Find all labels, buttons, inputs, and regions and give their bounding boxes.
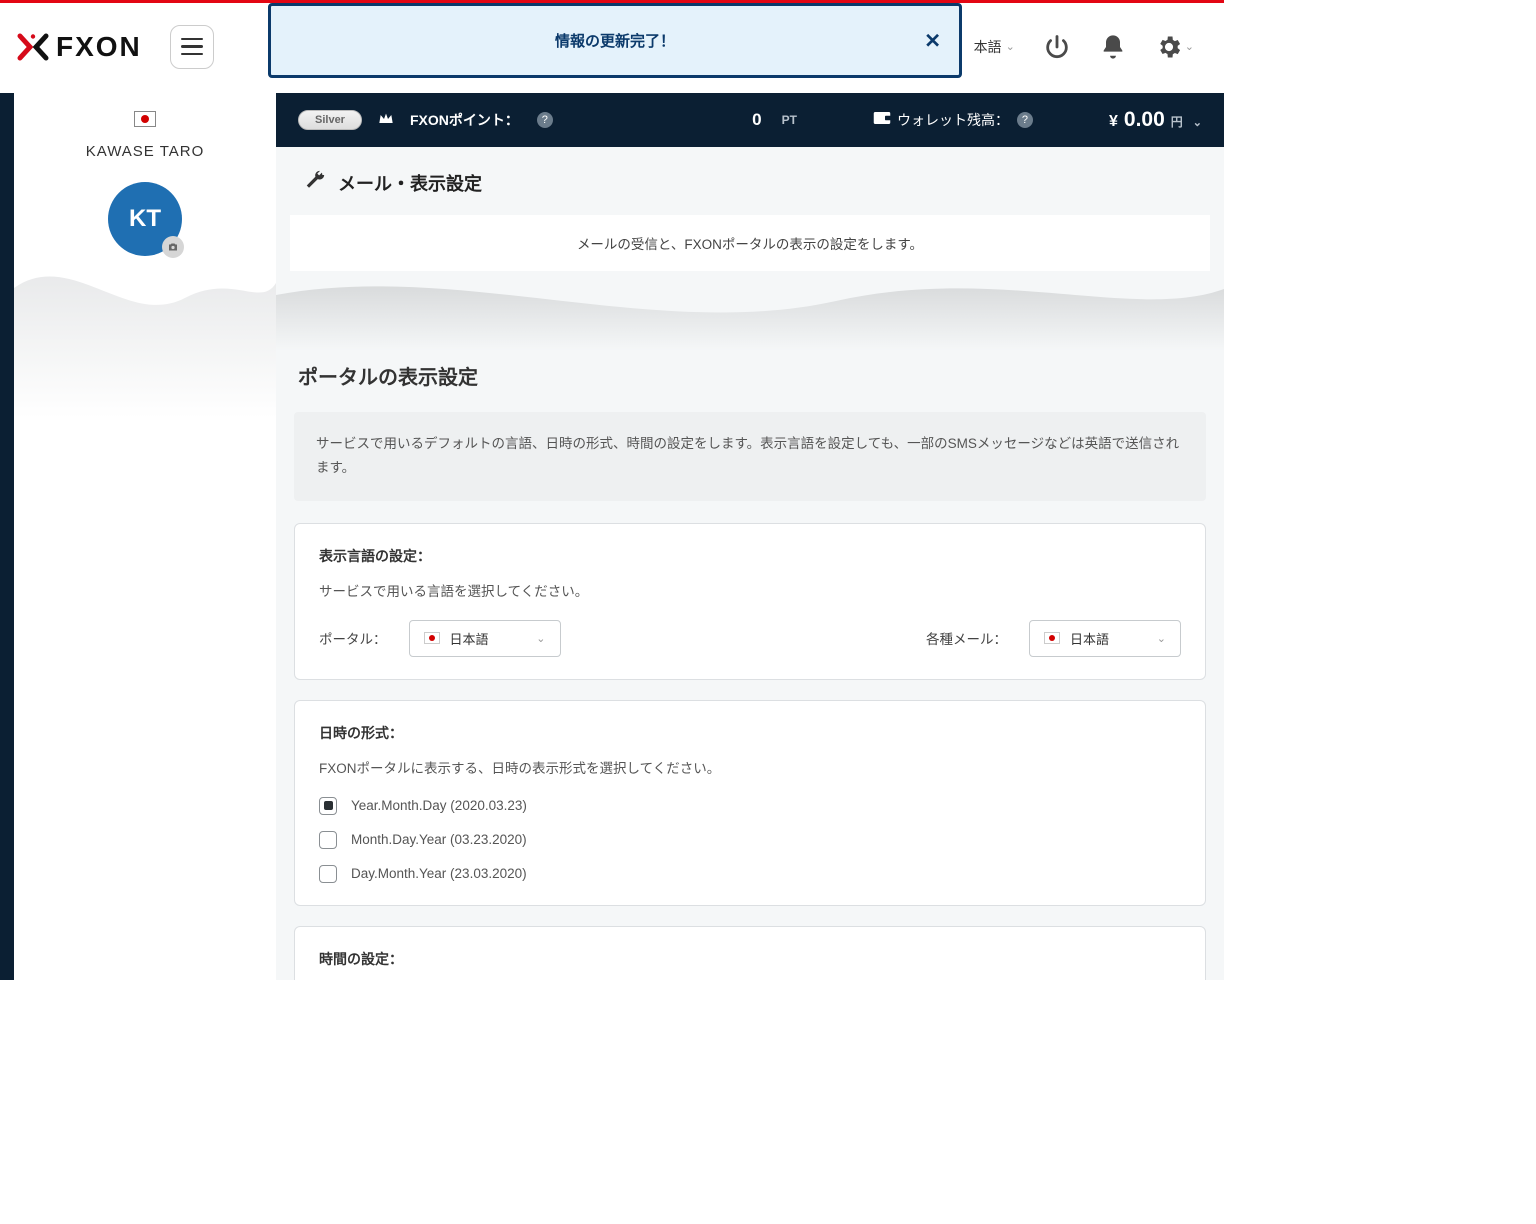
gear-icon	[1155, 33, 1183, 61]
chevron-down-icon: ⌄	[1157, 632, 1166, 645]
account-summary-bar: Silver FXONポイント： ? 0 PT ウォレット残高： ? ¥ 0.0…	[276, 93, 1224, 147]
points-label: FXONポイント：	[410, 110, 519, 130]
page-heading: メール・表示設定	[276, 147, 1224, 215]
camera-icon[interactable]	[162, 236, 184, 258]
logo: FXON	[16, 31, 142, 63]
toast-close-button[interactable]: ✕	[924, 28, 941, 53]
date-option-dmy[interactable]: Day.Month.Year (23.03.2020)	[319, 865, 1181, 883]
card-title: 日時の形式：	[319, 723, 1181, 743]
card-subtitle: サービスで用いる言語を選択してください。	[319, 580, 1181, 600]
balance-currency-symbol: ¥	[1109, 113, 1118, 131]
mail-language-label: 各種メール：	[926, 628, 1007, 648]
balance-display[interactable]: ¥ 0.00 円 ⌄	[1109, 108, 1202, 132]
card-subtitle: FXONポータルに表示する、日時の表示形式を選択してください。	[319, 757, 1181, 777]
wrench-icon	[304, 169, 326, 197]
date-format-card: 日時の形式： FXONポータルに表示する、日時の表示形式を選択してください。 Y…	[294, 700, 1206, 906]
card-title: 時間の設定：	[319, 949, 1181, 969]
portal-language-label: ポータル：	[319, 628, 387, 648]
mail-language-select[interactable]: 日本語 ⌄	[1029, 620, 1181, 657]
page-title: メール・表示設定	[338, 170, 482, 196]
tier-badge: Silver	[298, 110, 362, 130]
checkbox-icon	[319, 797, 337, 815]
avatar-initials: KT	[129, 205, 161, 233]
balance-unit: 円	[1171, 113, 1183, 130]
wallet-label: ウォレット残高：	[897, 110, 1009, 130]
user-display-name: KAWASE TARO	[86, 143, 205, 160]
chevron-down-icon: ⌄	[1193, 116, 1202, 129]
decorative-wave	[276, 271, 1224, 351]
decorative-wave	[14, 248, 276, 418]
header-right-cluster: 本語 ⌄ ⌄	[974, 33, 1212, 61]
select-value: 日本語	[450, 629, 489, 648]
help-icon[interactable]: ?	[537, 112, 553, 128]
balance-amount: 0.00	[1124, 108, 1165, 132]
option-label: Year.Month.Day (2020.03.23)	[351, 798, 527, 813]
country-flag-icon	[134, 111, 156, 127]
checkbox-icon	[319, 831, 337, 849]
main-panel: Silver FXONポイント： ? 0 PT ウォレット残高： ? ¥ 0.0…	[276, 93, 1224, 980]
logo-mark-icon	[16, 32, 50, 62]
toast-notification: 情報の更新完了！ ✕	[268, 3, 962, 78]
points-value: 0	[752, 110, 761, 130]
wallet-section: ウォレット残高： ?	[873, 110, 1033, 130]
settings-content: ポータルの表示設定 サービスで用いるデフォルトの言語、日時の形式、時間の設定をし…	[276, 361, 1224, 980]
option-label: Day.Month.Year (23.03.2020)	[351, 866, 527, 881]
page-desc: メールの受信と、FXONポータルの表示の設定をします。	[290, 215, 1210, 271]
chevron-down-icon: ⌄	[1006, 40, 1015, 53]
date-option-ymd[interactable]: Year.Month.Day (2020.03.23)	[319, 797, 1181, 815]
settings-menu[interactable]: ⌄	[1155, 33, 1194, 61]
portal-settings-help: サービスで用いるデフォルトの言語、日時の形式、時間の設定をします。表示言語を設定…	[294, 412, 1206, 501]
points-unit: PT	[782, 113, 797, 127]
select-value: 日本語	[1070, 629, 1109, 648]
jp-flag-icon	[424, 632, 440, 644]
date-option-mdy[interactable]: Month.Day.Year (03.23.2020)	[319, 831, 1181, 849]
power-icon[interactable]	[1043, 33, 1071, 61]
language-settings-card: 表示言語の設定： サービスで用いる言語を選択してください。 ポータル： 日本語 …	[294, 523, 1206, 680]
chevron-down-icon: ⌄	[536, 632, 545, 645]
language-label: 本語	[974, 37, 1002, 57]
portal-language-select[interactable]: 日本語 ⌄	[409, 620, 561, 657]
portal-settings-title: ポータルの表示設定	[298, 361, 1206, 390]
language-selector[interactable]: 本語 ⌄	[974, 37, 1015, 57]
logo-text: FXON	[56, 31, 142, 63]
checkbox-icon	[319, 865, 337, 883]
timezone-card: 時間の設定： FXONポータルに表示する時間帯を選択してください。 (UTC-0…	[294, 926, 1206, 980]
jp-flag-icon	[1044, 632, 1060, 644]
chevron-down-icon: ⌄	[1185, 40, 1194, 53]
avatar[interactable]: KT	[108, 182, 182, 256]
wallet-icon	[873, 111, 891, 129]
menu-toggle-button[interactable]	[170, 25, 214, 69]
help-icon[interactable]: ?	[1017, 112, 1033, 128]
toast-text: 情報の更新完了！	[555, 30, 675, 51]
crown-icon	[378, 112, 394, 129]
bell-icon[interactable]	[1099, 33, 1127, 61]
card-title: 表示言語の設定：	[319, 546, 1181, 566]
option-label: Month.Day.Year (03.23.2020)	[351, 832, 527, 847]
sidebar: KAWASE TARO KT	[0, 93, 276, 980]
